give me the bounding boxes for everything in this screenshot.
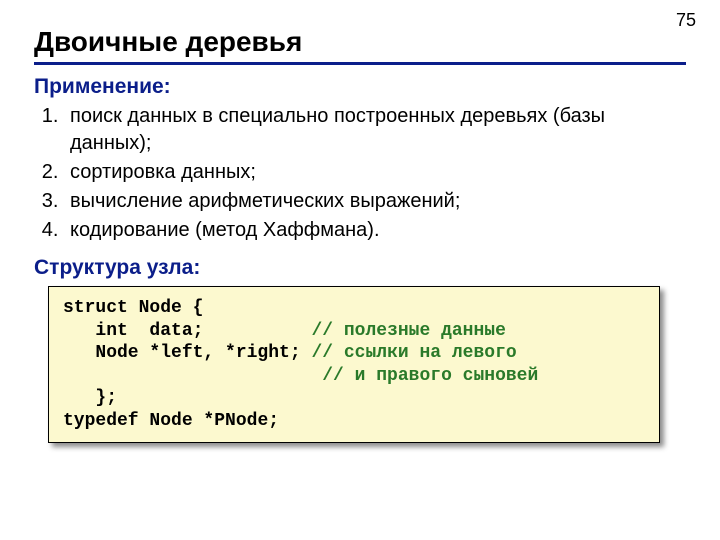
code-block: struct Node { int data; // полезные данн… [48,286,660,443]
applications-list: поиск данных в специально построенных де… [64,103,686,244]
code-block-wrap: struct Node { int data; // полезные данн… [48,286,660,443]
code-comment: // и правого сыновей [322,366,538,386]
list-item: сортировка данных; [64,159,686,186]
code-keyword: int [95,321,127,341]
code-text [63,366,322,386]
slide-title: Двоичные деревья [34,26,686,58]
code-keyword: struct [63,298,128,318]
code-text: Node *PNode; [139,411,279,431]
code-text: Node *left, *right; [63,343,311,363]
node-struct-label: Структура узла: [34,256,686,280]
code-text: }; [63,388,117,408]
list-item: вычисление арифметических выражений; [64,188,686,215]
title-rule [34,62,686,65]
list-item: кодирование (метод Хаффмана). [64,217,686,244]
code-text: Node { [128,298,204,318]
code-text: data; [128,321,312,341]
list-item: поиск данных в специально построенных де… [64,103,686,157]
applications-label: Применение: [34,75,686,99]
slide: 75 Двоичные деревья Применение: поиск да… [0,0,720,540]
code-keyword: typedef [63,411,139,431]
code-comment: // ссылки на левого [311,343,516,363]
code-comment: // полезные данные [311,321,505,341]
code-text [63,321,95,341]
page-number: 75 [676,10,696,31]
